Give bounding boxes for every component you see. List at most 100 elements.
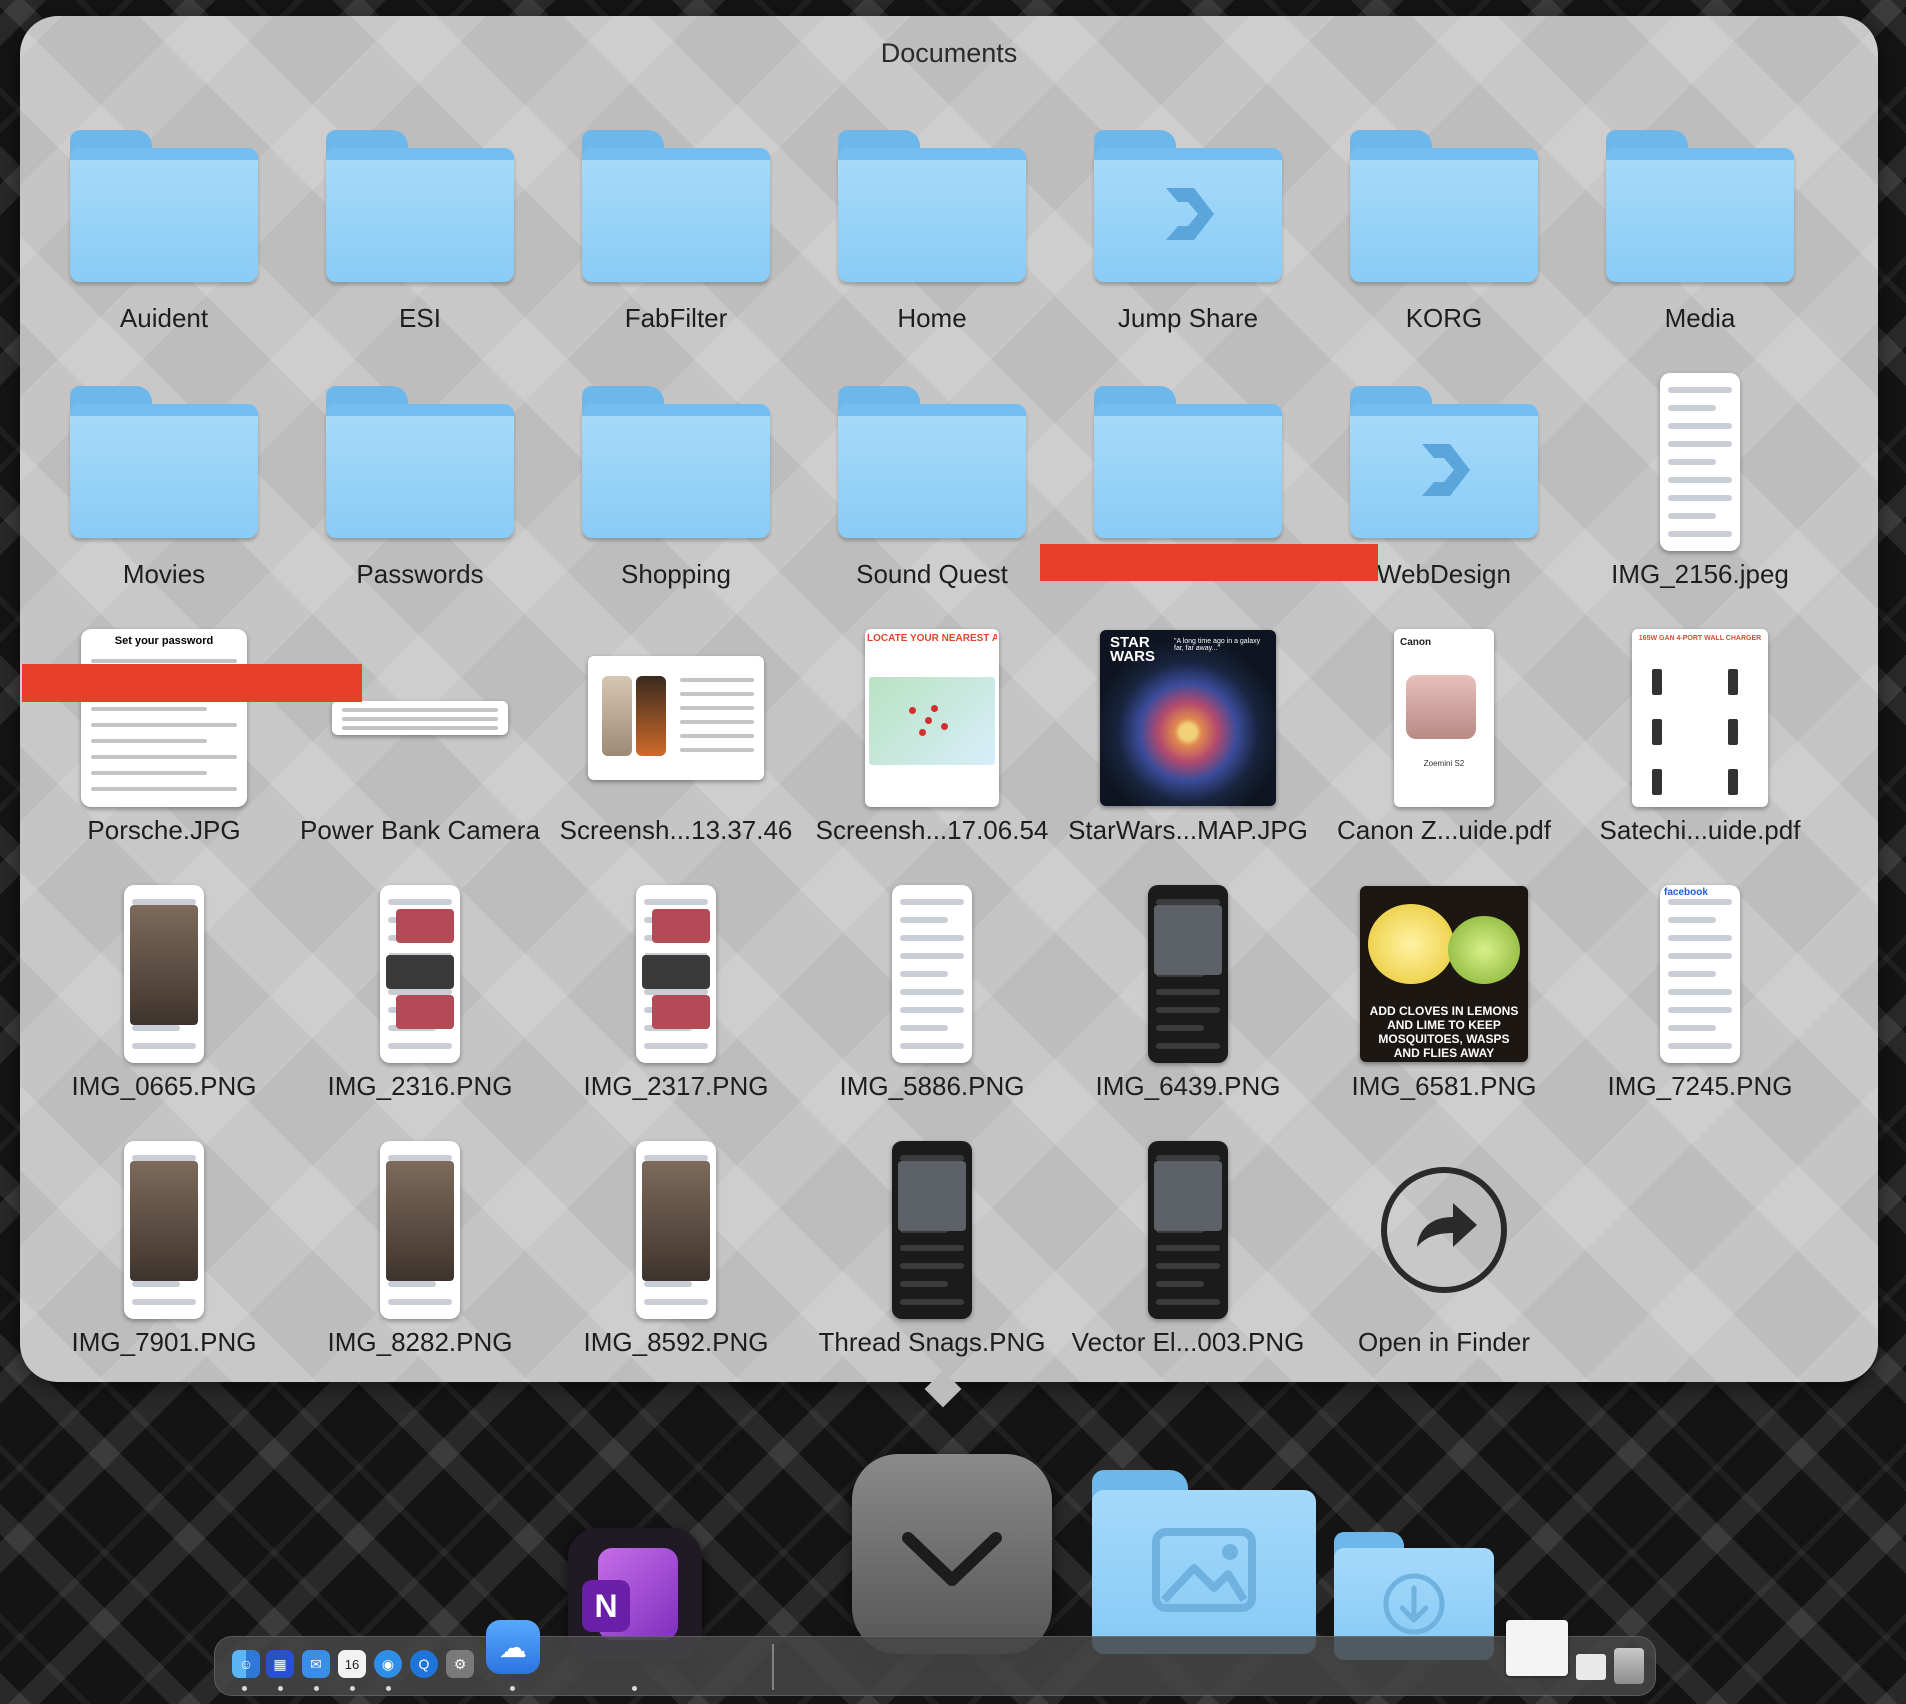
- stack-item-starwars-map-jpg[interactable]: STAR WARS "A long time ago in a galaxy fa…: [1060, 623, 1316, 879]
- item-thumbnail: [1316, 1135, 1572, 1325]
- utility-app-icon[interactable]: ⚙: [446, 1650, 474, 1678]
- running-indicator: [386, 1686, 391, 1691]
- item-thumbnail: [804, 367, 1060, 557]
- stack-item-porsche-jpg[interactable]: Set your password Porsche.JPG: [36, 623, 292, 879]
- item-thumbnail: [548, 879, 804, 1069]
- finder-icon[interactable]: ☺: [232, 1650, 260, 1678]
- screenshot-preview-icon[interactable]: [1576, 1654, 1606, 1680]
- stack-item-img-7245-png[interactable]: facebook IMG_7245.PNG: [1572, 879, 1828, 1135]
- item-thumbnail: Set your password: [36, 623, 292, 813]
- phone-screenshot-thumbnail: [892, 885, 972, 1063]
- item-label: Screensh...13.37.46: [559, 815, 793, 845]
- onenote-letter: N: [582, 1580, 630, 1632]
- calendar-icon[interactable]: 16: [338, 1650, 366, 1678]
- safari-icon[interactable]: ◉: [374, 1650, 402, 1678]
- folder-icon: [1094, 386, 1282, 538]
- trash-icon[interactable]: [1614, 1648, 1644, 1684]
- stack-item-korg[interactable]: KORG: [1316, 111, 1572, 367]
- stack-item-img-6439-png[interactable]: IMG_6439.PNG: [1060, 879, 1316, 1135]
- item-thumbnail: [804, 111, 1060, 301]
- item-thumbnail: [1060, 879, 1316, 1069]
- folder-icon: [70, 130, 258, 282]
- item-thumbnail: [292, 111, 548, 301]
- item-thumbnail: KORG: [36, 1135, 292, 1325]
- stack-item-movies[interactable]: Movies: [36, 367, 292, 623]
- stack-item-webdesign[interactable]: WebDesign: [1316, 367, 1572, 623]
- stack-title: Documents: [880, 38, 1018, 68]
- stack-item-img-2316-png[interactable]: IMG_2316.PNG: [292, 879, 548, 1135]
- stack-item-redacted-folder[interactable]: [1060, 367, 1316, 623]
- quicktime-icon[interactable]: Q: [410, 1650, 438, 1678]
- jump-share-logo-icon: [1422, 444, 1470, 496]
- thumbnail-heading: Canon: [1400, 637, 1432, 648]
- stack-item-img-7901-png[interactable]: KORG IMG_7901.PNG: [36, 1135, 292, 1391]
- item-thumbnail: ADD CLOVES IN LEMONS AND LIME TO KEEP MO…: [1316, 879, 1572, 1069]
- item-label: IMG_0665.PNG: [71, 1071, 257, 1101]
- stack-item-img-2156-jpeg[interactable]: IMG_2156.jpeg: [1572, 367, 1828, 623]
- chevron-down-icon: [902, 1532, 1002, 1586]
- stack-item-screensh-13-37-46[interactable]: Screensh...13.37.46: [548, 623, 804, 879]
- item-label: IMG_8282.PNG: [327, 1327, 513, 1357]
- dock-divider: [772, 1644, 774, 1690]
- item-label: Open in Finder: [1358, 1327, 1530, 1357]
- item-thumbnail: [548, 111, 804, 301]
- redaction-bar: [22, 664, 362, 702]
- running-indicator: [350, 1686, 355, 1691]
- stack-item-satechi-uide-pdf[interactable]: 165W GAN 4-PORT WALL CHARGER Satechi...ui…: [1572, 623, 1828, 879]
- photo-icon: [1152, 1528, 1256, 1612]
- thumbnail-heading: KORG: [128, 1143, 158, 1154]
- redaction-bar: [1040, 544, 1378, 581]
- stack-item-img-0665-png[interactable]: IMG_0665.PNG: [36, 879, 292, 1135]
- stack-item-shopping[interactable]: Shopping: [548, 367, 804, 623]
- item-label: FabFilter: [624, 303, 728, 333]
- launchpad-icon[interactable]: ▦: [266, 1650, 294, 1678]
- stack-collapse-button[interactable]: [852, 1454, 1052, 1654]
- recent-document-icon[interactable]: [1506, 1620, 1568, 1676]
- stack-item-img-8592-png[interactable]: IMG_8592.PNG: [548, 1135, 804, 1391]
- stack-item-passwords[interactable]: Passwords: [292, 367, 548, 623]
- stack-item-screensh-17-06-54[interactable]: LOCATE YOUR NEAREST A Screensh...17.06.54: [804, 623, 1060, 879]
- item-thumbnail: [1316, 367, 1572, 557]
- folder-icon: [1094, 130, 1282, 282]
- stack-item-jump-share[interactable]: Jump Share: [1060, 111, 1316, 367]
- thumbnail-heading: STAR WARS: [1110, 634, 1155, 665]
- item-label: Jump Share: [1117, 303, 1259, 333]
- item-label: Sound Quest: [856, 559, 1008, 589]
- folder-icon: [70, 386, 258, 538]
- item-thumbnail: [548, 367, 804, 557]
- stack-item-auident[interactable]: Auident: [36, 111, 292, 367]
- mail-icon[interactable]: ✉: [302, 1650, 330, 1678]
- item-label: Power Bank Camera: [300, 815, 540, 845]
- item-label: Thread Snags.PNG: [818, 1327, 1046, 1357]
- pictures-folder-dock-icon[interactable]: [1092, 1470, 1316, 1654]
- item-thumbnail: LOCATE YOUR NEAREST A: [804, 623, 1060, 813]
- item-thumbnail: [292, 623, 548, 813]
- item-label: Passwords: [356, 559, 484, 589]
- item-label: Media: [1664, 303, 1736, 333]
- phone-screenshot-thumbnail: [1148, 885, 1228, 1063]
- stack-item-fabfilter[interactable]: FabFilter: [548, 111, 804, 367]
- phone-screenshot-thumbnail: KORG: [124, 1141, 204, 1319]
- stack-item-img-6581-png[interactable]: ADD CLOVES IN LEMONS AND LIME TO KEEP MO…: [1316, 879, 1572, 1135]
- stack-item-home[interactable]: Home: [804, 111, 1060, 367]
- document-thumbnail: [332, 701, 508, 735]
- stack-item-sound-quest[interactable]: Sound Quest: [804, 367, 1060, 623]
- stack-item-esi[interactable]: ESI: [292, 111, 548, 367]
- cloud-app-icon[interactable]: ☁: [486, 1620, 540, 1674]
- document-thumbnail: 165W GAN 4-PORT WALL CHARGER: [1632, 629, 1768, 807]
- stack-item-img-5886-png[interactable]: IMG_5886.PNG: [804, 879, 1060, 1135]
- running-indicator: [314, 1686, 319, 1691]
- folder-icon: [838, 386, 1026, 538]
- stack-item-thread-snags-png[interactable]: Thread Snags.PNG: [804, 1135, 1060, 1391]
- item-label: Screensh...17.06.54: [815, 815, 1049, 845]
- item-thumbnail: [1060, 111, 1316, 301]
- stack-item-vector-el-003-png[interactable]: Vector El...003.PNG: [1060, 1135, 1316, 1391]
- stack-item-img-8282-png[interactable]: IMG_8282.PNG: [292, 1135, 548, 1391]
- stack-item-power-bank-camera[interactable]: Power Bank Camera: [292, 623, 548, 879]
- stack-item-canon-z-uide-pdf[interactable]: Canon Zoemini S2 Canon Z...uide.pdf: [1316, 623, 1572, 879]
- document-thumbnail: [588, 656, 764, 780]
- stack-item-open-in-finder[interactable]: Open in Finder: [1316, 1135, 1572, 1391]
- folder-icon: [1350, 386, 1538, 538]
- stack-item-media[interactable]: Media: [1572, 111, 1828, 367]
- stack-item-img-2317-png[interactable]: IMG_2317.PNG: [548, 879, 804, 1135]
